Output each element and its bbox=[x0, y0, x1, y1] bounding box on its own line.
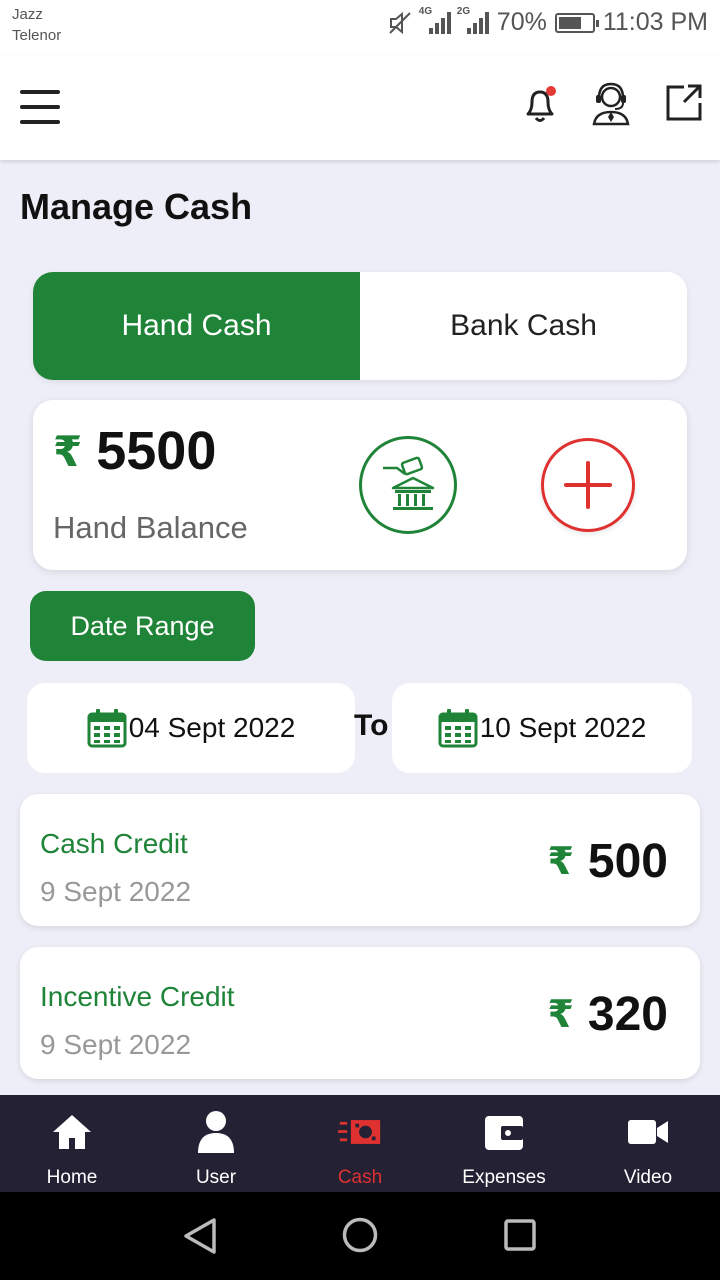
signal-icon-2: 2G bbox=[457, 6, 489, 34]
rupee-symbol: ₹ bbox=[547, 994, 574, 1036]
rupee-symbol: ₹ bbox=[53, 427, 83, 475]
balance-card: ₹ 5500 Hand Balance bbox=[33, 400, 687, 570]
nav-user-label: User bbox=[195, 1167, 237, 1188]
date-separator: To bbox=[354, 709, 389, 742]
cash-type-tabs: Hand Cash Bank Cash bbox=[33, 272, 687, 380]
battery-percent: 70% bbox=[496, 8, 547, 36]
mute-icon bbox=[389, 11, 411, 34]
nav-user[interactable]: User bbox=[144, 1095, 288, 1192]
status-bar: Jazz Telenor 4G 2G 70% 11:03 PM bbox=[0, 0, 720, 56]
add-icon bbox=[564, 461, 612, 509]
transaction-card[interactable]: Incentive Credit 9 Sept 2022 ₹ 320 bbox=[20, 947, 700, 1079]
calendar-icon bbox=[438, 709, 478, 748]
balance-amount: ₹ 5500 bbox=[53, 420, 216, 482]
date-from-value: 04 Sept 2022 bbox=[128, 712, 296, 743]
home-circle-icon[interactable] bbox=[342, 1217, 378, 1253]
nav-home[interactable]: Home bbox=[0, 1095, 144, 1192]
menu-icon[interactable] bbox=[20, 90, 60, 124]
transaction-title: Incentive Credit bbox=[40, 981, 235, 1012]
recent-apps-icon[interactable] bbox=[504, 1219, 536, 1251]
transaction-date: 9 Sept 2022 bbox=[40, 1029, 192, 1060]
status-indicators: 4G 2G 70% 11:03 PM bbox=[387, 6, 708, 37]
transaction-amount: ₹ 320 bbox=[547, 987, 668, 1042]
nav-expenses[interactable]: Expenses bbox=[432, 1095, 576, 1192]
nav-home-label: Home bbox=[46, 1167, 98, 1188]
calendar-icon bbox=[87, 709, 127, 748]
date-to-picker[interactable]: 10 Sept 2022 bbox=[392, 683, 692, 773]
network-type-2: 2G bbox=[456, 5, 471, 17]
nav-cash[interactable]: Cash bbox=[288, 1095, 432, 1192]
clock: 11:03 PM bbox=[602, 8, 708, 36]
date-range-button[interactable]: Date Range bbox=[30, 591, 255, 661]
carrier-names: Jazz Telenor bbox=[12, 4, 61, 46]
transaction-date: 9 Sept 2022 bbox=[40, 876, 192, 907]
balance-value: 5500 bbox=[96, 421, 217, 481]
transaction-amount-value: 320 bbox=[587, 988, 668, 1041]
tab-hand-cash[interactable]: Hand Cash bbox=[33, 272, 360, 380]
transaction-amount: ₹ 500 bbox=[547, 834, 668, 889]
signal-icon-1: 4G bbox=[419, 6, 451, 34]
rupee-symbol: ₹ bbox=[547, 841, 574, 883]
battery-icon bbox=[554, 12, 599, 33]
cash-icon bbox=[338, 1120, 381, 1144]
system-nav-bar bbox=[0, 1192, 720, 1280]
transaction-card[interactable]: Cash Credit 9 Sept 2022 ₹ 500 bbox=[20, 794, 700, 926]
notification-dot bbox=[546, 86, 556, 96]
balance-label: Hand Balance bbox=[53, 510, 248, 545]
nav-cash-label: Cash bbox=[337, 1167, 383, 1188]
page-title: Manage Cash bbox=[20, 186, 253, 227]
home-icon bbox=[53, 1115, 91, 1149]
app-bar bbox=[0, 56, 720, 160]
wallet-icon bbox=[485, 1116, 523, 1150]
network-type-1: 4G bbox=[418, 5, 433, 17]
user-icon bbox=[198, 1111, 234, 1153]
bottom-nav: Home User Cash Expenses Video bbox=[0, 1095, 720, 1192]
date-from-picker[interactable]: 04 Sept 2022 bbox=[27, 683, 355, 773]
nav-expenses-label: Expenses bbox=[462, 1167, 546, 1188]
date-to-value: 10 Sept 2022 bbox=[479, 712, 647, 743]
transaction-amount-value: 500 bbox=[587, 835, 668, 888]
support-agent-icon[interactable] bbox=[588, 80, 634, 126]
nav-video[interactable]: Video bbox=[576, 1095, 720, 1192]
tab-bank-cash[interactable]: Bank Cash bbox=[360, 272, 687, 380]
back-icon[interactable] bbox=[182, 1217, 218, 1255]
nav-video-label: Video bbox=[623, 1167, 673, 1188]
bell-icon[interactable] bbox=[520, 82, 560, 126]
external-link-icon[interactable] bbox=[662, 82, 704, 124]
deposit-to-bank-button[interactable] bbox=[359, 436, 457, 534]
carrier-2: Telenor bbox=[12, 27, 62, 44]
transaction-title: Cash Credit bbox=[40, 828, 188, 859]
deposit-to-bank-icon bbox=[383, 456, 435, 510]
add-cash-button[interactable] bbox=[541, 438, 635, 532]
video-icon bbox=[628, 1120, 668, 1144]
carrier-1: Jazz bbox=[12, 6, 43, 23]
